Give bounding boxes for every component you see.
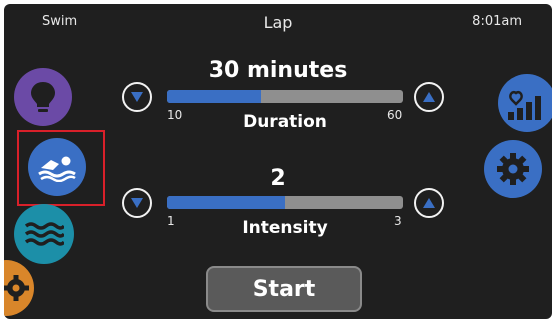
intensity-decrease-button[interactable]	[122, 188, 152, 218]
triangle-up-icon	[423, 198, 435, 208]
duration-increase-button[interactable]	[414, 82, 444, 112]
water-waves-icon	[24, 222, 64, 246]
triangle-down-icon	[131, 198, 143, 208]
duration-fill	[167, 90, 262, 103]
triangle-up-icon	[423, 92, 435, 102]
intensity-value: 2	[270, 166, 286, 191]
duration-label: Duration	[243, 112, 327, 132]
duration-value: 30 minutes	[208, 58, 348, 83]
page-title: Lap	[263, 13, 293, 32]
settings-left-button[interactable]	[4, 260, 34, 316]
lightbulb-icon	[31, 82, 55, 112]
water-button[interactable]	[14, 204, 74, 264]
start-button-label: Start	[252, 276, 316, 302]
triangle-down-icon	[131, 92, 143, 102]
start-button[interactable]: Start	[206, 266, 362, 312]
device-screen: Swim Lap 8:01am 30 minutes 10 60 Duratio…	[4, 4, 552, 319]
duration-decrease-button[interactable]	[122, 82, 152, 112]
intensity-slider[interactable]	[167, 196, 403, 209]
gear-icon	[4, 275, 29, 301]
clock: 8:01am	[472, 14, 522, 29]
intensity-label: Intensity	[242, 218, 328, 238]
intensity-fill	[167, 196, 285, 209]
intensity-increase-button[interactable]	[414, 188, 444, 218]
duration-slider[interactable]	[167, 90, 403, 103]
